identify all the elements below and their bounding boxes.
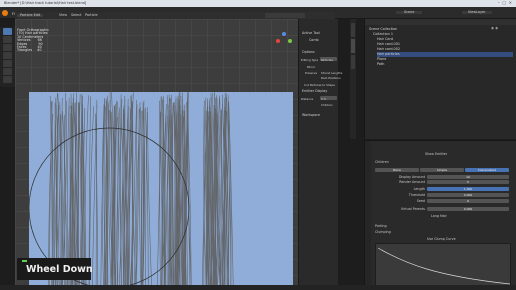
input-overlay-badge: Wheel Down <box>17 258 93 280</box>
scene-selector[interactable]: Scene <box>396 10 423 15</box>
length-field[interactable]: 1.000 <box>427 187 509 191</box>
display-amount-field[interactable]: 10 <box>427 175 509 179</box>
preserve-strand-checkbox[interactable]: Strand Lengths <box>321 71 342 75</box>
input-overlay-text: Wheel Down <box>26 264 93 275</box>
add-tool-icon[interactable] <box>3 44 12 51</box>
active-tool-header[interactable]: Active Tool <box>302 31 320 35</box>
children-mode-none[interactable]: None <box>375 168 419 172</box>
menu-view[interactable]: View <box>59 13 67 17</box>
eye-icon: ◉ ◉ <box>491 26 499 30</box>
threshold-field[interactable]: 0.000 <box>427 193 509 197</box>
children-checkbox[interactable]: Children <box>321 103 333 107</box>
menu-select[interactable]: Select <box>71 13 81 17</box>
viewport-stats: Front Orthographic (70) Hair particles 1… <box>17 28 49 53</box>
blender-logo-icon[interactable] <box>2 10 8 16</box>
preserve-label: Preserve <box>305 71 318 75</box>
clump-curve <box>377 247 511 285</box>
virtual-parents-label: Virtual Parents <box>400 207 425 211</box>
seed-field[interactable]: 0 <box>427 199 509 203</box>
outliner-row[interactable]: Hair Card <box>377 37 393 42</box>
x-axis-icon[interactable] <box>276 39 280 43</box>
children-section-header[interactable]: Children <box>375 160 389 164</box>
stat-row: Triangles 40 <box>17 48 42 53</box>
outliner-row[interactable]: Plane <box>377 57 386 62</box>
comb-tool-icon[interactable] <box>3 28 12 35</box>
status-bar <box>0 285 516 290</box>
tab-item[interactable] <box>351 23 355 37</box>
children-mode-interpolated[interactable]: Interpolated <box>465 168 509 172</box>
properties-panel: Show Emitter Children None Simple Interp… <box>364 140 516 290</box>
y-axis-icon[interactable] <box>288 39 292 43</box>
length-label: Length <box>413 187 425 191</box>
clump-curve-widget[interactable] <box>375 243 511 287</box>
mode-selector[interactable]: Particle Edit <box>17 13 44 17</box>
threshold-label: Threshold <box>408 193 425 197</box>
tab-tool[interactable] <box>351 39 355 53</box>
workspace-header[interactable]: Workspace <box>302 113 320 117</box>
mirror-label: Mirror <box>307 65 316 69</box>
brush-name: Comb <box>309 38 319 42</box>
seed-label: Seed <box>416 199 425 203</box>
render-amount-field[interactable]: 5 <box>427 180 509 184</box>
window-title: Blender* [D:\Hair track tutorial\Hair te… <box>4 0 87 5</box>
outliner-header <box>365 19 516 25</box>
render-amount-label: Render Amount <box>399 180 425 184</box>
options-header[interactable]: Options <box>302 50 315 54</box>
visibility-toggles[interactable]: ◉ ◉ <box>491 26 513 67</box>
virtual-parents-field[interactable]: 0.000 <box>427 207 509 211</box>
outliner-row[interactable]: Scene Collection <box>369 27 397 32</box>
weight-tool-icon[interactable] <box>3 76 12 83</box>
puff-tool-icon[interactable] <box>3 60 12 67</box>
sidebar-tabs <box>350 19 356 139</box>
mouse-icon <box>22 260 27 262</box>
emitter-distance-field[interactable]: 0 m <box>320 96 337 100</box>
outliner-row[interactable]: Hair card.001 <box>377 42 400 47</box>
menu-particle[interactable]: Particle <box>85 13 98 17</box>
view-layer-selector[interactable]: ViewLayer <box>462 10 492 15</box>
hair-strand <box>156 95 162 290</box>
use-clump-curve-checkbox[interactable]: Use Clump Curve <box>427 237 456 241</box>
outliner-row[interactable]: Collection 1 <box>373 32 393 37</box>
tool-shelf <box>0 27 15 87</box>
long-hair-checkbox[interactable]: Long Hair <box>431 214 447 218</box>
children-mode-simple[interactable]: Simple <box>420 168 464 172</box>
emitter-distance-label: Distance <box>301 97 314 101</box>
tab-view[interactable] <box>351 55 355 69</box>
outliner-panel: Scene Collection Collection 1 Hair Card … <box>364 19 516 139</box>
editing-type-label: Editing Type <box>301 58 319 62</box>
viewport-sidebar: Active Tool Comb Options Editing Type Pa… <box>298 19 342 290</box>
shading-buttons[interactable] <box>265 13 305 18</box>
navigation-gizmo[interactable] <box>276 32 296 52</box>
cut-tool-icon[interactable] <box>3 68 12 75</box>
preserve-root-checkbox[interactable]: Root Positions <box>321 76 341 80</box>
editing-type-field[interactable]: Particles <box>320 57 337 61</box>
parting-header[interactable]: Parting <box>375 224 387 228</box>
window-controls[interactable]: – □ ✕ <box>498 1 512 5</box>
clumping-header[interactable]: Clumping <box>375 230 391 234</box>
outliner-row[interactable]: Path <box>377 62 384 67</box>
emitter-display-header[interactable]: Emitter Display <box>302 89 327 93</box>
window-titlebar: Blender* [D:\Hair track tutorial\Hair te… <box>0 0 516 7</box>
cut-particles-button[interactable]: Cut Particles to Shape <box>304 83 335 87</box>
z-axis-icon[interactable] <box>282 32 286 36</box>
display-amount-label: Display Amount <box>398 175 425 179</box>
smooth-tool-icon[interactable] <box>3 36 12 43</box>
length-tool-icon[interactable] <box>3 52 12 59</box>
show-emitter-checkbox[interactable]: Show Emitter <box>425 152 447 156</box>
outliner-row[interactable]: Hair card.002 <box>377 47 400 52</box>
viewport-header: Particle Edit View Select Particle <box>15 12 335 19</box>
properties-tabs <box>365 141 371 290</box>
